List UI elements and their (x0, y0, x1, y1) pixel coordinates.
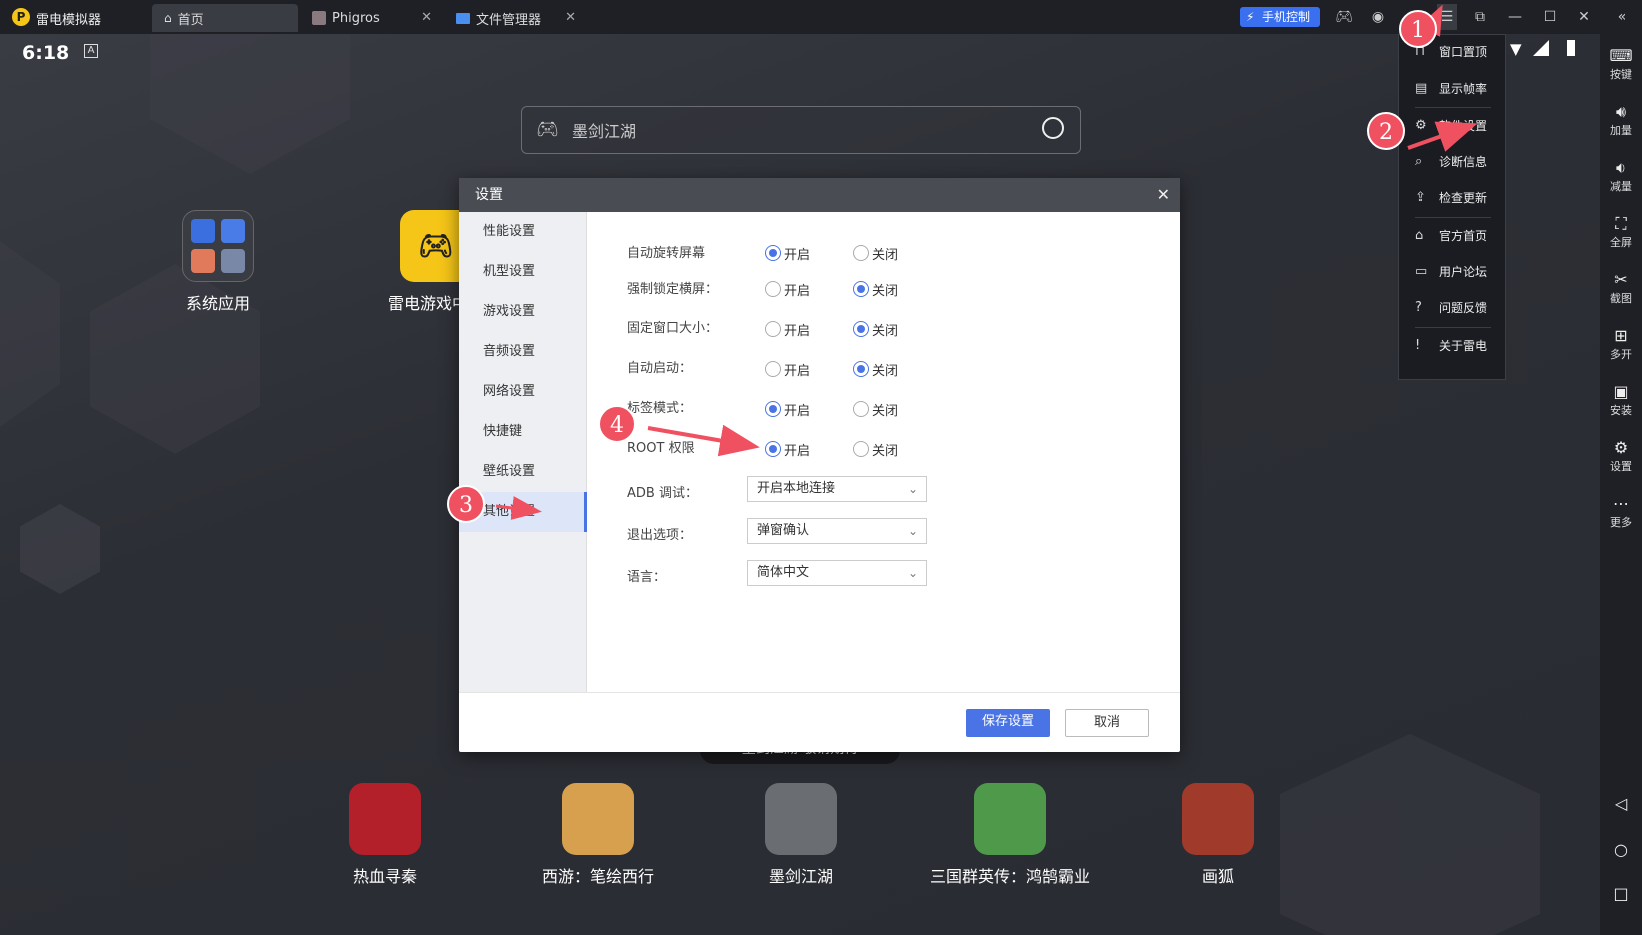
annotation-badge-4: 4 (598, 405, 636, 443)
arrow-4 (647, 424, 760, 457)
arrow-3 (495, 496, 542, 520)
arrow-2 (1407, 121, 1478, 152)
annotation-badge-2: 2 (1367, 112, 1405, 150)
annotation-badge-3: 3 (447, 485, 485, 523)
annotation-badge-1: 1 (1399, 10, 1437, 48)
